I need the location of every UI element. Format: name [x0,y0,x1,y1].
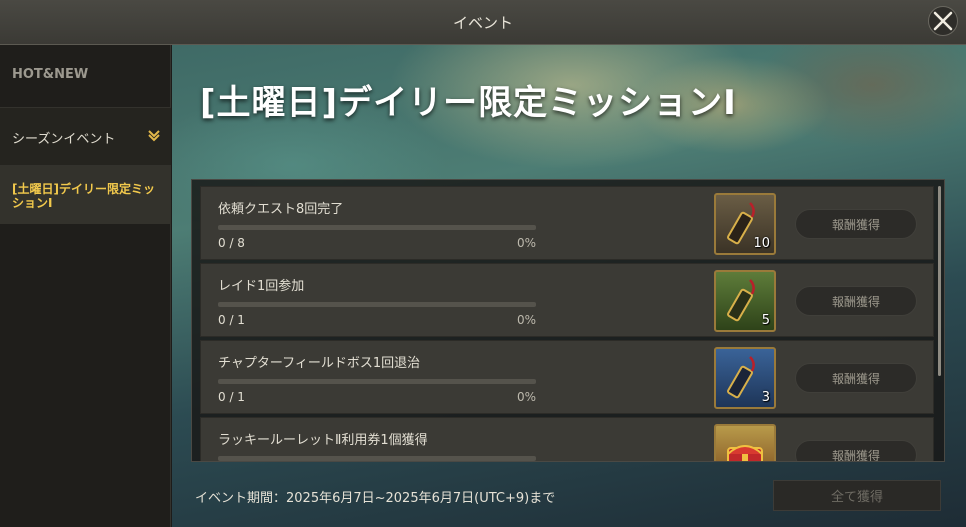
mission-name: レイド1回参加 [218,279,305,294]
sidebar-item-hot-new[interactable]: HOT&NEW [0,45,171,108]
progress-count: 0 / 1 [218,313,245,327]
mission-name: ラッキールーレットⅡ利用券1個獲得 [218,433,428,448]
progress-bar [218,225,536,230]
progress-percent: 0% [516,236,536,250]
event-period: イベント期間：2025年6月7日~2025年6月7日(UTC+9)まで [195,491,556,506]
progress-percent: 0% [516,390,536,404]
sidebar: HOT&NEW シーズンイベント [土曜日]デイリー限定ミッションⅠ [0,45,171,527]
close-icon [933,11,953,31]
scrollbar[interactable] [938,186,941,376]
claim-reward-button[interactable]: 報酬獲得 [795,363,917,393]
mission-row: レイド1回参加 0 / 1 0% 5 報酬獲得 [200,263,934,337]
sidebar-item-label: シーズンイベント [12,132,116,147]
mission-row: チャプターフィールドボス1回退治 0 / 1 0% 3 報酬獲得 [200,340,934,414]
treasure-chest-icon [727,445,763,461]
progress-percent: 0% [516,313,536,327]
reward-item[interactable] [714,424,776,461]
mission-name: 依頼クエスト8回完了 [218,202,344,217]
event-content: [土曜日]デイリー限定ミッションⅠ 依頼クエスト8回完了 0 / 8 0% 10… [172,45,966,527]
claim-reward-button[interactable]: 報酬獲得 [795,209,917,239]
progress-bar [218,456,536,461]
claim-all-button[interactable]: 全て獲得 [773,480,941,511]
sidebar-item-label: HOT&NEW [12,67,89,82]
mission-row: 依頼クエスト8回完了 0 / 8 0% 10 報酬獲得 [200,186,934,260]
reward-item[interactable]: 10 [714,193,776,255]
sidebar-item-saturday-daily[interactable]: [土曜日]デイリー限定ミッションⅠ [0,166,171,224]
close-button[interactable] [928,6,958,36]
sidebar-item-label: [土曜日]デイリー限定ミッションⅠ [12,182,155,210]
mission-name: チャプターフィールドボス1回退治 [218,356,421,371]
progress-bar [218,302,536,307]
claim-reward-button[interactable]: 報酬獲得 [795,440,917,461]
progress-count: 0 / 1 [218,390,245,404]
reward-item[interactable]: 3 [714,347,776,409]
title-bar: イベント [0,0,966,45]
mission-row: ラッキールーレットⅡ利用券1個獲得 報酬獲得 [200,417,934,461]
reward-item[interactable]: 5 [714,270,776,332]
progress-count: 0 / 8 [218,236,245,250]
banner-title: [土曜日]デイリー限定ミッションⅠ [200,83,737,123]
reward-quantity: 5 [761,313,770,328]
chevron-down-icon [148,130,160,142]
sidebar-item-season-event[interactable]: シーズンイベント [0,108,171,166]
claim-reward-button[interactable]: 報酬獲得 [795,286,917,316]
reward-quantity: 10 [753,236,770,251]
window-title: イベント [452,14,513,32]
mission-list[interactable]: 依頼クエスト8回完了 0 / 8 0% 10 報酬獲得 レイド1回参加 0 / … [191,179,945,462]
reward-quantity: 3 [761,390,770,405]
progress-bar [218,379,536,384]
